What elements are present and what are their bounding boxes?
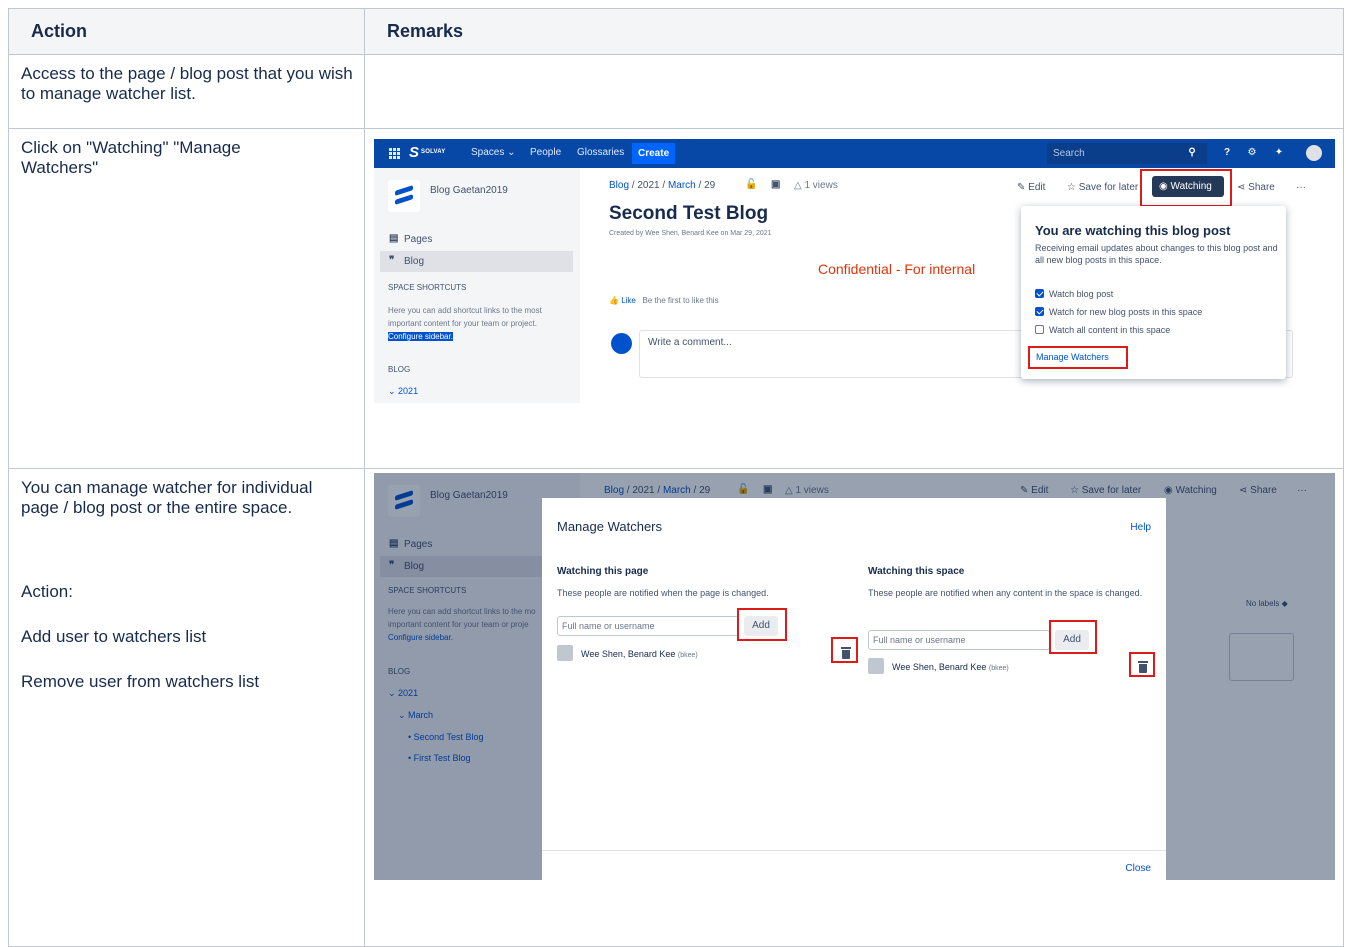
space-logo-icon[interactable] — [388, 180, 420, 212]
chevron-down-icon: ⌄ — [507, 147, 516, 158]
space-watcher-input[interactable]: Full name or username — [868, 630, 1050, 650]
page-watcher-row: Wee Shen, Benard Kee (bkee) — [557, 645, 698, 661]
page-watcher-input[interactable]: Full name or username — [557, 616, 739, 636]
app-switcher-icon[interactable] — [389, 148, 400, 159]
create-button[interactable]: Create — [632, 143, 675, 164]
row3-action: You can manage watcher for individual pa… — [8, 468, 365, 947]
more-actions-button[interactable]: ··· — [1296, 182, 1306, 193]
row3-add-user: Add user to watchers list — [21, 627, 207, 646]
share-button[interactable]: ⋖ Share — [1237, 182, 1275, 193]
blog-heading: BLOG — [388, 365, 411, 374]
notification-icon[interactable]: ✦ — [1273, 147, 1285, 159]
help-icon[interactable]: ? — [1221, 147, 1233, 159]
breadcrumb-day[interactable]: 29 — [704, 180, 715, 191]
highlight-page-add — [737, 608, 787, 641]
row3-action-text: You can manage watcher for individual pa… — [21, 478, 313, 517]
star-icon: ☆ — [1067, 182, 1079, 193]
highlight-space-add — [1049, 620, 1097, 654]
space-sidebar: Blog Gaetan2019 ▤ Pages ❞ Blog SPACE SHORT… — [374, 168, 580, 403]
row1-remarks — [364, 54, 1344, 129]
avatar — [611, 333, 632, 354]
highlight-watching — [1140, 169, 1232, 207]
like-row: 👍 Like Be the first to like this — [609, 296, 719, 305]
nav-glossaries[interactable]: Glossaries — [577, 147, 624, 158]
close-button[interactable]: Close — [1125, 863, 1151, 874]
space-watcher-row: Wee Shen, Benard Kee (bkee) — [868, 658, 1009, 674]
screenshot-manage-watchers: Blog Gaetan2019 ▤ Pages ❞ Blog SPACE SHORT… — [374, 473, 1335, 880]
configure-sidebar-link[interactable]: Configure sidebar. — [388, 332, 453, 341]
row2-action-text: Click on "Watching" "Manage Watchers" — [21, 138, 241, 177]
breadcrumb: Blog / 2021 / March / 29 — [609, 180, 716, 191]
watch-blog-post-checkbox[interactable]: Watch blog post — [1035, 289, 1113, 299]
header-remarks: Remarks — [364, 8, 1344, 55]
row1-action: Access to the page / blog post that you … — [8, 54, 365, 129]
highlight-space-remove — [1129, 652, 1155, 677]
views-count: △ 1 views — [794, 180, 838, 191]
nav-spaces[interactable]: Spaces ⌄ — [471, 147, 516, 158]
help-link[interactable]: Help — [1130, 522, 1151, 533]
save-for-later-button[interactable]: ☆ Save for later — [1067, 182, 1138, 193]
sidebar-item-pages[interactable]: ▤ Pages — [380, 229, 573, 250]
space-name[interactable]: Blog Gaetan2019 — [430, 185, 508, 196]
byline: Created by Wee Shen, Benard Kee on Mar 2… — [609, 230, 772, 237]
breadcrumb-year[interactable]: 2021 — [637, 180, 659, 191]
breadcrumb-month[interactable]: March — [668, 180, 696, 191]
avatar[interactable] — [1306, 145, 1322, 161]
highlight-manage-watchers — [1028, 346, 1128, 369]
dialog-footer-divider — [542, 850, 1166, 851]
highlight-page-remove — [831, 637, 858, 663]
quote-icon: ❞ — [389, 255, 395, 266]
sidebar-year-2021[interactable]: ⌄ 2021 — [388, 386, 418, 397]
breadcrumb-blog[interactable]: Blog — [609, 180, 629, 191]
sidebar-item-blog[interactable]: ❞ Blog — [380, 251, 573, 272]
solvay-logo-icon[interactable]: S — [409, 144, 419, 161]
edit-button[interactable]: ✎ Edit — [1017, 182, 1045, 193]
chevron-down-icon: ⌄ — [388, 386, 399, 396]
space-watchers-desc: These people are notified when any conte… — [868, 588, 1143, 598]
unlock-icon[interactable]: 🔓 — [745, 179, 757, 190]
shortcuts-heading: SPACE SHORTCUTS — [388, 283, 467, 292]
row3-remove-user: Remove user from watchers list — [21, 672, 260, 691]
screenshot-watching-menu: S SOLVAY Spaces ⌄ People Glossaries Crea… — [374, 139, 1335, 403]
like-button[interactable]: 👍 Like — [609, 296, 636, 305]
page-watchers-heading: Watching this page — [557, 566, 649, 577]
dialog-title: Manage Watchers — [557, 519, 663, 534]
nav-people[interactable]: People — [530, 147, 561, 158]
search-icon[interactable]: ⚲ — [1186, 147, 1198, 159]
search-input[interactable]: Search — [1047, 143, 1207, 164]
pencil-icon: ✎ — [1017, 182, 1029, 193]
warning-icon: △ — [794, 180, 805, 191]
watch-popup: You are watching this blog post Receivin… — [1021, 206, 1286, 379]
manage-watchers-dialog: Manage Watchers Help Watching this page … — [542, 498, 1166, 880]
gear-icon[interactable]: ⚙ — [1246, 147, 1258, 159]
thumbs-up-icon: 👍 — [609, 296, 622, 305]
watch-new-posts-checkbox[interactable]: Watch for new blog posts in this space — [1035, 307, 1202, 317]
page-watchers-desc: These people are notified when the page … — [557, 588, 769, 598]
header-action: Action — [8, 8, 365, 55]
analytics-icon[interactable]: ▣ — [771, 179, 780, 190]
share-icon: ⋖ — [1237, 182, 1249, 193]
popup-description: Receiving email updates about changes to… — [1035, 243, 1278, 265]
row3-action-label: Action: — [21, 582, 73, 601]
top-navigation-bar: S SOLVAY Spaces ⌄ People Glossaries Crea… — [374, 139, 1335, 168]
popup-title: You are watching this blog post — [1035, 223, 1231, 238]
page-icon: ▤ — [389, 233, 399, 244]
user-avatar-icon — [557, 645, 573, 661]
space-watchers-heading: Watching this space — [868, 566, 965, 577]
user-avatar-icon — [868, 658, 884, 674]
watch-all-content-checkbox[interactable]: Watch all content in this space — [1035, 325, 1170, 335]
shortcuts-text: Here you can add shortcut links to the m… — [388, 306, 542, 341]
brand-name: SOLVAY — [421, 149, 446, 155]
confidential-banner: Confidential - For internal — [818, 261, 976, 277]
page-title: Second Test Blog — [609, 203, 769, 224]
row2-action: Click on "Watching" "Manage Watchers" — [8, 128, 365, 469]
row1-action-text: Access to the page / blog post that you … — [21, 64, 353, 103]
like-text: Be the first to like this — [642, 296, 719, 305]
